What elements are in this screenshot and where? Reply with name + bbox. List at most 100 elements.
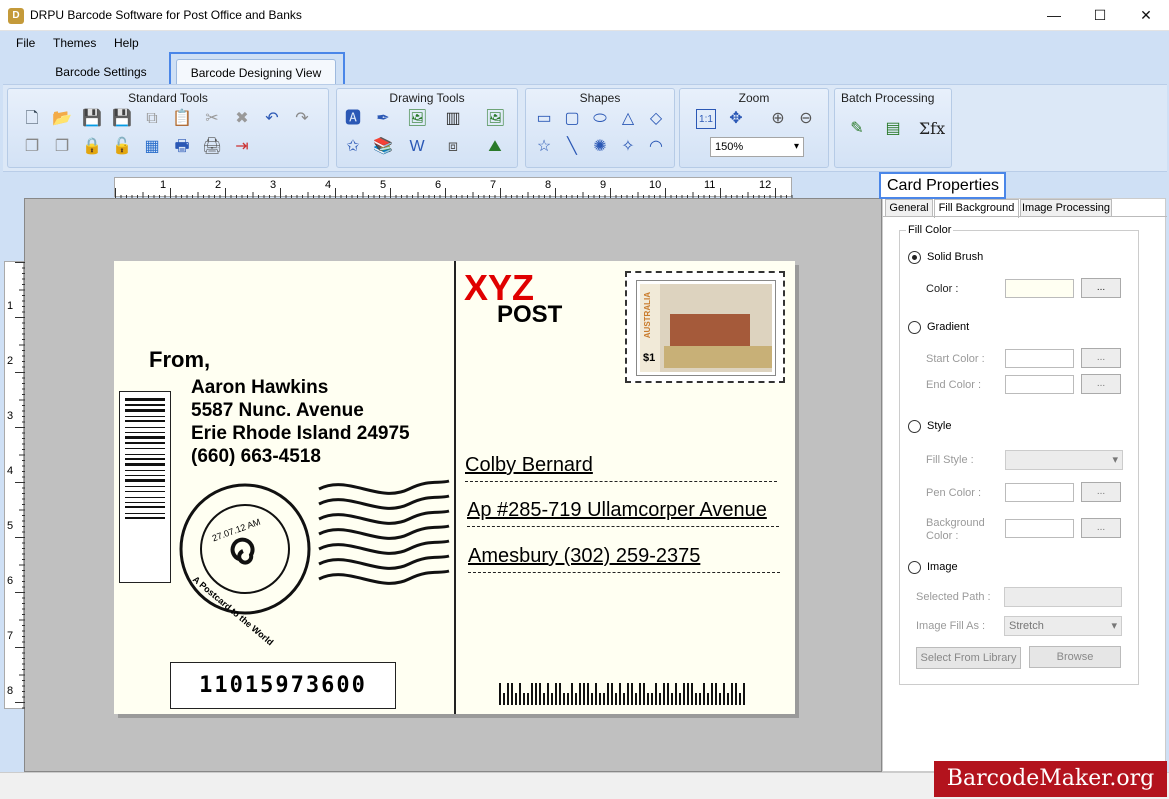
- barcode-number-box[interactable]: 11015973600: [170, 662, 396, 709]
- print-preview-icon[interactable]: 🖶: [172, 137, 192, 157]
- end-color-field[interactable]: [1005, 375, 1074, 394]
- color-picker-button[interactable]: ...: [1081, 278, 1121, 298]
- recipient-city[interactable]: Amesbury (302) 259-2375: [468, 545, 780, 573]
- zoom-out-icon[interactable]: ⊖: [796, 109, 816, 129]
- sender-city[interactable]: Erie Rhode Island 24975: [191, 422, 410, 445]
- delete-icon[interactable]: ✖: [232, 109, 252, 129]
- brand-post[interactable]: POST: [497, 301, 562, 329]
- selected-path-field[interactable]: [1004, 587, 1122, 607]
- postal-barcode[interactable]: [499, 681, 754, 705]
- text-icon[interactable]: 🅰: [343, 109, 363, 129]
- pen-color-button[interactable]: ...: [1081, 482, 1121, 502]
- end-color-button[interactable]: ...: [1081, 374, 1121, 394]
- lock-icon[interactable]: 🔒: [82, 137, 102, 157]
- diamond-icon[interactable]: ◇: [646, 109, 666, 129]
- postage-stamp[interactable]: AUSTRALIA $1: [625, 271, 785, 383]
- copy-icon[interactable]: ⧉: [142, 109, 162, 129]
- group-title: Standard Tools: [128, 91, 208, 105]
- group-title: Shapes: [579, 91, 621, 105]
- start-color-field[interactable]: [1005, 349, 1074, 368]
- background-color-field[interactable]: [1005, 519, 1074, 538]
- chevron-down-icon: ▾: [793, 141, 799, 152]
- ruler-label: 2: [215, 179, 222, 191]
- recipient-name[interactable]: Colby Bernard: [465, 454, 777, 482]
- arc-icon[interactable]: ◠: [646, 137, 666, 157]
- star-shape-icon[interactable]: ✩: [343, 137, 363, 157]
- image-radio[interactable]: [908, 561, 921, 574]
- recipient-street[interactable]: Ap #285-719 Ullamcorper Avenue: [467, 499, 779, 527]
- grid-icon[interactable]: ▦: [142, 137, 162, 157]
- insert-image-icon[interactable]: ⛰: [485, 137, 505, 157]
- fill-style-select[interactable]: ▾: [1005, 450, 1123, 470]
- browse-button[interactable]: Browse: [1029, 646, 1121, 668]
- ruler-label: 7: [7, 630, 14, 642]
- menu-themes[interactable]: Themes: [53, 36, 96, 50]
- sender-name[interactable]: Aaron Hawkins: [191, 376, 328, 399]
- line-icon[interactable]: ╲: [562, 137, 582, 157]
- pen-icon[interactable]: ✒: [373, 109, 393, 129]
- export-icon[interactable]: ⇥: [232, 137, 252, 157]
- rectangle-icon[interactable]: ▭: [534, 109, 554, 129]
- print-icon[interactable]: 🖨: [202, 137, 222, 157]
- close-button[interactable]: ✕: [1123, 0, 1169, 30]
- image-icon[interactable]: 🖼: [485, 109, 505, 129]
- bring-front-icon[interactable]: ❐: [52, 137, 72, 157]
- triangle-icon[interactable]: △: [618, 109, 638, 129]
- fit-to-window-icon[interactable]: ✥: [726, 109, 746, 129]
- color-label: Color :: [926, 283, 959, 295]
- vertical-barcode[interactable]: [119, 391, 171, 583]
- ellipse-icon[interactable]: ⬭: [590, 109, 610, 129]
- minimize-button[interactable]: —: [1031, 0, 1077, 30]
- open-icon[interactable]: 📂: [52, 109, 72, 129]
- fill-style-label: Fill Style :: [926, 454, 974, 466]
- save-as-icon[interactable]: 💾: [112, 109, 132, 129]
- style-label: Style: [927, 420, 952, 432]
- four-star-icon[interactable]: ✧: [618, 137, 638, 157]
- zoom-select[interactable]: 150% ▾: [710, 137, 804, 157]
- sender-phone[interactable]: (660) 663-4518: [191, 445, 321, 468]
- rounded-rectangle-icon[interactable]: ▢: [562, 109, 582, 129]
- batch-edit-icon[interactable]: ✎: [847, 119, 867, 139]
- background-color-button[interactable]: ...: [1081, 518, 1121, 538]
- sender-street[interactable]: 5587 Nunc. Avenue: [191, 399, 364, 422]
- save-icon[interactable]: 💾: [82, 109, 102, 129]
- redo-icon[interactable]: ↷: [292, 109, 312, 129]
- tab-barcode-settings[interactable]: Barcode Settings: [44, 59, 158, 85]
- excel-import-icon[interactable]: ▤: [883, 119, 903, 139]
- tab-image-processing[interactable]: Image Processing: [1020, 199, 1112, 217]
- star-icon[interactable]: ☆: [534, 137, 554, 157]
- burst-icon[interactable]: ✺: [590, 137, 610, 157]
- unlock-icon[interactable]: 🔓: [112, 137, 132, 157]
- zoom-in-icon[interactable]: ⊕: [768, 109, 788, 129]
- actual-size-icon[interactable]: 1:1: [696, 109, 716, 129]
- paste-icon[interactable]: 📋: [172, 109, 192, 129]
- postcard[interactable]: From, Aaron Hawkins 5587 Nunc. Avenue Er…: [114, 261, 795, 714]
- align-icon[interactable]: ⧈: [443, 137, 463, 157]
- chevron-down-icon: ▾: [1111, 620, 1117, 632]
- tab-general[interactable]: General: [885, 199, 933, 217]
- solid-brush-radio[interactable]: [908, 251, 921, 264]
- select-from-library-button[interactable]: Select From Library: [916, 647, 1021, 669]
- barcode-icon[interactable]: ▥: [443, 109, 463, 129]
- new-icon[interactable]: 🗋: [22, 109, 42, 129]
- color-field[interactable]: [1005, 279, 1074, 298]
- send-back-icon[interactable]: ❐: [22, 137, 42, 157]
- from-label[interactable]: From,: [149, 347, 210, 373]
- tab-rule: [883, 216, 1167, 217]
- gradient-radio[interactable]: [908, 321, 921, 334]
- watermark-icon[interactable]: W: [407, 137, 427, 157]
- undo-icon[interactable]: ↶: [262, 109, 282, 129]
- menu-file[interactable]: File: [16, 36, 35, 50]
- pen-color-field[interactable]: [1005, 483, 1074, 502]
- picture-icon[interactable]: 🖼: [407, 109, 427, 129]
- selected-path-label: Selected Path :: [916, 591, 991, 603]
- image-fill-as-select[interactable]: Stretch ▾: [1004, 616, 1122, 636]
- formula-icon[interactable]: Σfx: [917, 119, 947, 139]
- background-color-label-2: Color :: [926, 530, 959, 542]
- maximize-button[interactable]: ☐: [1077, 0, 1123, 30]
- menu-help[interactable]: Help: [114, 36, 139, 50]
- start-color-button[interactable]: ...: [1081, 348, 1121, 368]
- cut-icon[interactable]: ✂: [202, 109, 222, 129]
- style-radio[interactable]: [908, 420, 921, 433]
- library-icon[interactable]: 📚: [373, 137, 393, 157]
